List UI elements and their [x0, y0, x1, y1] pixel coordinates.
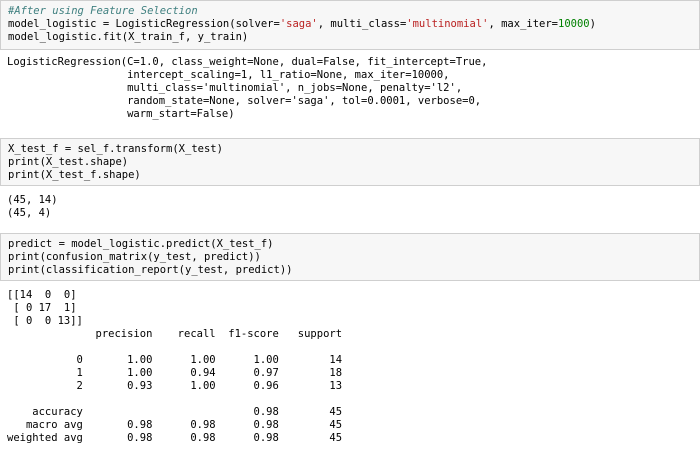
code-text: ): [589, 18, 596, 30]
code-cell-1-source[interactable]: #After using Feature Selection model_log…: [8, 5, 692, 44]
code-comment: #After using Feature Selection: [8, 5, 198, 17]
code-cell-3[interactable]: predict = model_logistic.predict(X_test_…: [0, 233, 700, 281]
code-text: , max_iter=: [488, 18, 559, 30]
code-string: 'multinomial': [406, 18, 489, 30]
code-cell-2[interactable]: X_test_f = sel_f.transform(X_test) print…: [0, 138, 700, 186]
code-cell-2-source[interactable]: X_test_f = sel_f.transform(X_test) print…: [8, 143, 692, 182]
code-text: model_logistic.fit(X_train_f, y_train): [8, 31, 249, 43]
code-text: model_logistic = LogisticRegression(solv…: [8, 18, 280, 30]
output-cell-3: [[14 0 0] [ 0 17 1] [ 0 0 13]] precision…: [0, 287, 700, 447]
output-cell-3-text: [[14 0 0] [ 0 17 1] [ 0 0 13]] precision…: [7, 289, 343, 444]
code-text: , multi_class=: [317, 18, 407, 30]
output-cell-1: LogisticRegression(C=1.0, class_weight=N…: [0, 54, 700, 123]
output-cell-1-text: LogisticRegression(C=1.0, class_weight=N…: [7, 56, 488, 120]
code-cell-3-source[interactable]: predict = model_logistic.predict(X_test_…: [8, 238, 692, 277]
output-cell-2: (45, 14) (45, 4): [0, 192, 700, 222]
code-cell-1[interactable]: #After using Feature Selection model_log…: [0, 0, 700, 50]
output-cell-2-text: (45, 14) (45, 4): [7, 194, 58, 219]
code-string: 'saga': [279, 18, 318, 30]
code-number: 10000: [558, 18, 590, 30]
